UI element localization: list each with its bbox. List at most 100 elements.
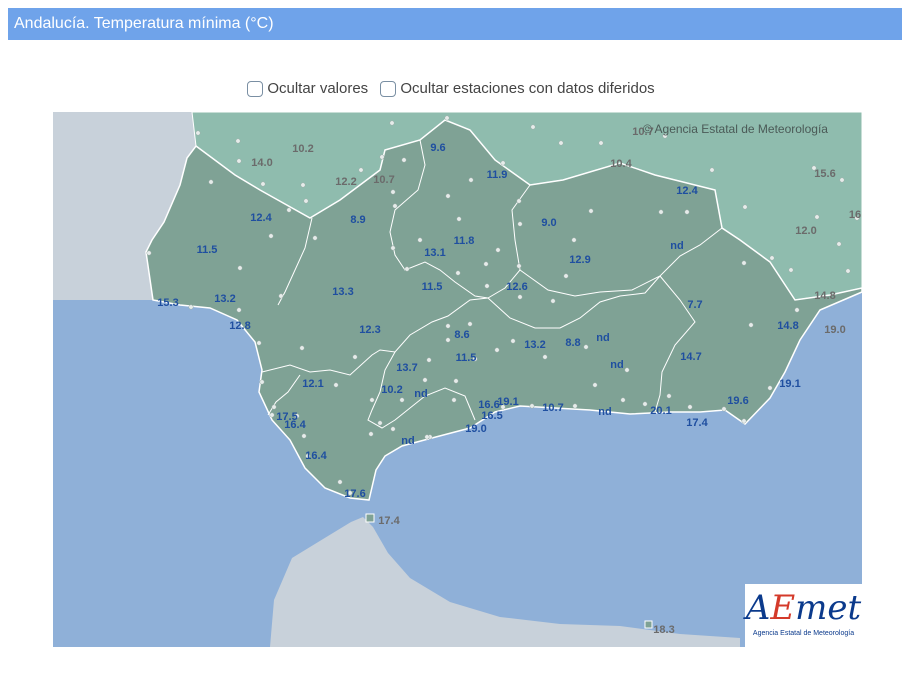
station-value[interactable]: 14.0 xyxy=(251,157,272,169)
station-dot[interactable] xyxy=(269,412,275,418)
station-value[interactable]: nd xyxy=(670,240,683,252)
station-dot[interactable] xyxy=(687,404,693,410)
station-dot[interactable] xyxy=(558,140,564,146)
station-value[interactable]: 13.2 xyxy=(524,339,545,351)
station-dot[interactable] xyxy=(583,344,589,350)
station-value[interactable]: 19.1 xyxy=(497,396,518,408)
station-dot[interactable] xyxy=(624,367,630,373)
station-value[interactable]: 15.6 xyxy=(814,168,835,180)
station-value[interactable]: 12.3 xyxy=(359,324,380,336)
station-dot[interactable] xyxy=(352,354,358,360)
station-value[interactable]: 10.7 xyxy=(542,402,563,414)
station-value[interactable]: 10.2 xyxy=(292,143,313,155)
map-canvas[interactable]: 14.0 10.2 12.2 10.7 9.6 10.7 10.4 15.6 16 12.0 14.… xyxy=(53,112,862,647)
station-dot[interactable] xyxy=(788,267,794,273)
station-dot[interactable] xyxy=(658,209,664,215)
station-value[interactable]: 11.5 xyxy=(422,281,443,293)
station-dot[interactable] xyxy=(399,397,405,403)
station-value[interactable]: 13.1 xyxy=(424,247,445,259)
hide-deferred-checkbox[interactable] xyxy=(380,80,397,97)
station-dot[interactable] xyxy=(392,203,398,209)
station-value[interactable]: 12.8 xyxy=(229,320,250,332)
station-dot[interactable] xyxy=(516,263,522,269)
station-dot[interactable] xyxy=(495,247,501,253)
station-dot[interactable] xyxy=(767,385,773,391)
station-dot[interactable] xyxy=(741,260,747,266)
station-dot[interactable] xyxy=(379,154,385,160)
station-dot[interactable] xyxy=(742,204,748,210)
station-value[interactable]: 17.4 xyxy=(686,417,708,429)
station-value[interactable]: 13.2 xyxy=(214,293,235,305)
station-dot[interactable] xyxy=(455,270,461,276)
station-dot[interactable] xyxy=(333,382,339,388)
hide-values-toggle[interactable]: Ocultar valores xyxy=(247,80,368,97)
station-value[interactable]: 14.8 xyxy=(777,320,798,332)
station-dot[interactable] xyxy=(572,403,578,409)
hide-deferred-label[interactable]: Ocultar estaciones con datos diferidos xyxy=(400,80,654,97)
station-dot[interactable] xyxy=(814,214,820,220)
station-dot[interactable] xyxy=(467,321,473,327)
station-value[interactable]: 12.2 xyxy=(335,176,356,188)
station-value[interactable]: 7.7 xyxy=(687,299,702,311)
station-dot[interactable] xyxy=(301,433,307,439)
station-dot[interactable] xyxy=(195,130,201,136)
station-value[interactable]: 10.2 xyxy=(381,384,402,396)
station-value[interactable]: 11.5 xyxy=(197,244,218,256)
station-dot[interactable] xyxy=(484,283,490,289)
station-dot[interactable] xyxy=(146,250,152,256)
station-value[interactable]: 20.1 xyxy=(650,405,671,417)
station-dot[interactable] xyxy=(337,479,343,485)
station-dot[interactable] xyxy=(741,418,747,424)
station-dot[interactable] xyxy=(642,401,648,407)
station-value[interactable]: 11.9 xyxy=(487,169,508,181)
station-dot[interactable] xyxy=(401,157,407,163)
station-dot[interactable] xyxy=(845,268,851,274)
station-dot[interactable] xyxy=(516,198,522,204)
station-dot[interactable] xyxy=(444,115,450,121)
station-dot[interactable] xyxy=(592,382,598,388)
station-dot[interactable] xyxy=(571,237,577,243)
station-dot[interactable] xyxy=(417,237,423,243)
station-dot[interactable] xyxy=(529,403,535,409)
station-dot[interactable] xyxy=(390,189,396,195)
station-value[interactable]: 14.7 xyxy=(680,351,701,363)
station-value[interactable]: nd xyxy=(610,359,623,371)
station-value[interactable]: 16.4 xyxy=(284,419,306,431)
station-dot[interactable] xyxy=(530,124,536,130)
station-dot[interactable] xyxy=(836,241,842,247)
temperature-map[interactable]: 14.0 10.2 12.2 10.7 9.6 10.7 10.4 15.6 16 12.0 14.… xyxy=(53,112,862,647)
station-dot[interactable] xyxy=(721,406,727,412)
station-dot[interactable] xyxy=(426,357,432,363)
station-dot[interactable] xyxy=(259,379,265,385)
station-value[interactable]: 13.3 xyxy=(332,286,353,298)
station-value[interactable]: 19.6 xyxy=(727,395,748,407)
station-value[interactable]: nd xyxy=(596,332,609,344)
station-dot[interactable] xyxy=(563,273,569,279)
station-value[interactable]: 16.5 xyxy=(481,410,502,422)
station-value[interactable]: 12.1 xyxy=(302,378,323,390)
station-value[interactable]: 10.7 xyxy=(373,174,394,186)
station-value[interactable]: nd xyxy=(401,435,414,447)
station-dot[interactable] xyxy=(303,198,309,204)
station-value[interactable]: 8.8 xyxy=(565,337,580,349)
station-value[interactable]: 9.0 xyxy=(541,217,556,229)
station-value[interactable]: 19.0 xyxy=(465,423,486,435)
station-dot[interactable] xyxy=(769,255,775,261)
station-value[interactable]: 12.4 xyxy=(250,212,272,224)
station-value[interactable]: 14.8 xyxy=(814,290,835,302)
station-dot[interactable] xyxy=(299,345,305,351)
station-dot[interactable] xyxy=(794,307,800,313)
station-value[interactable]: 10.4 xyxy=(610,158,632,170)
station-dot[interactable] xyxy=(390,245,396,251)
station-value[interactable]: 11.5 xyxy=(456,352,477,364)
station-dot[interactable] xyxy=(404,266,410,272)
station-value[interactable]: 12.9 xyxy=(569,254,590,266)
station-value[interactable]: 12.6 xyxy=(506,281,527,293)
station-value[interactable]: 9.6 xyxy=(430,142,445,154)
station-value[interactable]: 12.0 xyxy=(795,225,816,237)
station-dot[interactable] xyxy=(368,431,374,437)
station-value[interactable]: 11.8 xyxy=(454,235,475,247)
station-dot[interactable] xyxy=(483,261,489,267)
station-dot[interactable] xyxy=(237,265,243,271)
station-dot[interactable] xyxy=(260,181,266,187)
